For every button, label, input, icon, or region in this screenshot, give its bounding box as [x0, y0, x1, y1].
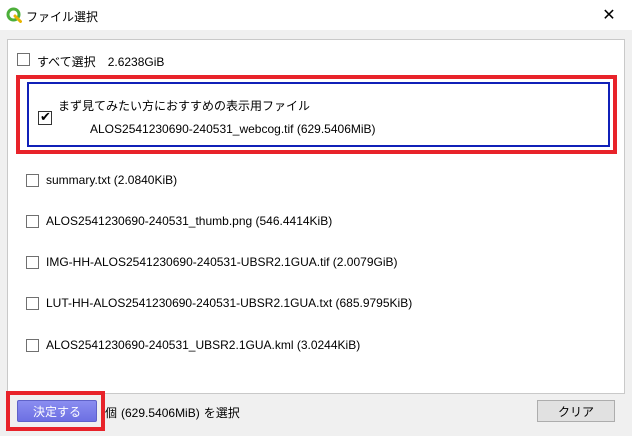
close-button[interactable]: ✕ [586, 0, 632, 30]
select-all-checkbox[interactable] [17, 53, 30, 66]
select-all-size: 2.6238GiB [107, 55, 165, 69]
file-label-kml: ALOS2541230690-240531_UBSR2.1GUA.kml (3.… [46, 338, 361, 352]
clear-button[interactable]: クリア [537, 400, 615, 422]
selection-size: (629.5406MiB) [121, 406, 200, 420]
select-all-row: すべて選択 2.6238GiB [37, 53, 164, 70]
qgis-logo-icon [6, 7, 22, 23]
recommended-file-label: ALOS2541230690-240531_webcog.tif (629.54… [90, 122, 376, 136]
dialog-body: すべて選択 2.6238GiB ✔ まず見てみたい方におすすめの表示用ファイル A… [0, 30, 632, 436]
file-label-img: IMG-HH-ALOS2541230690-240531-UBSR2.1GUA.… [46, 255, 398, 269]
select-all-label: すべて選択 [37, 55, 96, 69]
file-checkbox-thumb[interactable] [26, 215, 39, 228]
file-checkbox-img[interactable] [26, 256, 39, 269]
selection-unit: 個 [105, 406, 118, 420]
window-title: ファイル選択 [26, 10, 99, 24]
selection-suffix: を選択 [203, 406, 240, 420]
file-checkbox-summary[interactable] [26, 174, 39, 187]
file-label-thumb: ALOS2541230690-240531_thumb.png (546.441… [46, 214, 333, 228]
title-bar: ファイル選択 ✕ [0, 0, 632, 30]
checkmark-icon: ✔ [40, 109, 51, 124]
file-list-panel: すべて選択 2.6238GiB ✔ まず見てみたい方におすすめの表示用ファイル A… [7, 39, 625, 394]
close-icon: ✕ [602, 7, 616, 24]
recommended-heading: まず見てみたい方におすすめの表示用ファイル [58, 99, 311, 113]
confirm-button[interactable]: 決定する [17, 400, 97, 422]
file-checkbox-lut[interactable] [26, 297, 39, 310]
recommended-checkbox[interactable]: ✔ [38, 109, 52, 125]
file-checkbox-kml[interactable] [26, 339, 39, 352]
selection-summary: 個 (629.5406MiB) を選択 [105, 404, 240, 421]
recommended-highlight-blue [27, 82, 610, 147]
file-label-lut: LUT-HH-ALOS2541230690-240531-UBSR2.1GUA.… [46, 296, 413, 310]
file-label-summary: summary.txt (2.0840KiB) [46, 173, 178, 187]
